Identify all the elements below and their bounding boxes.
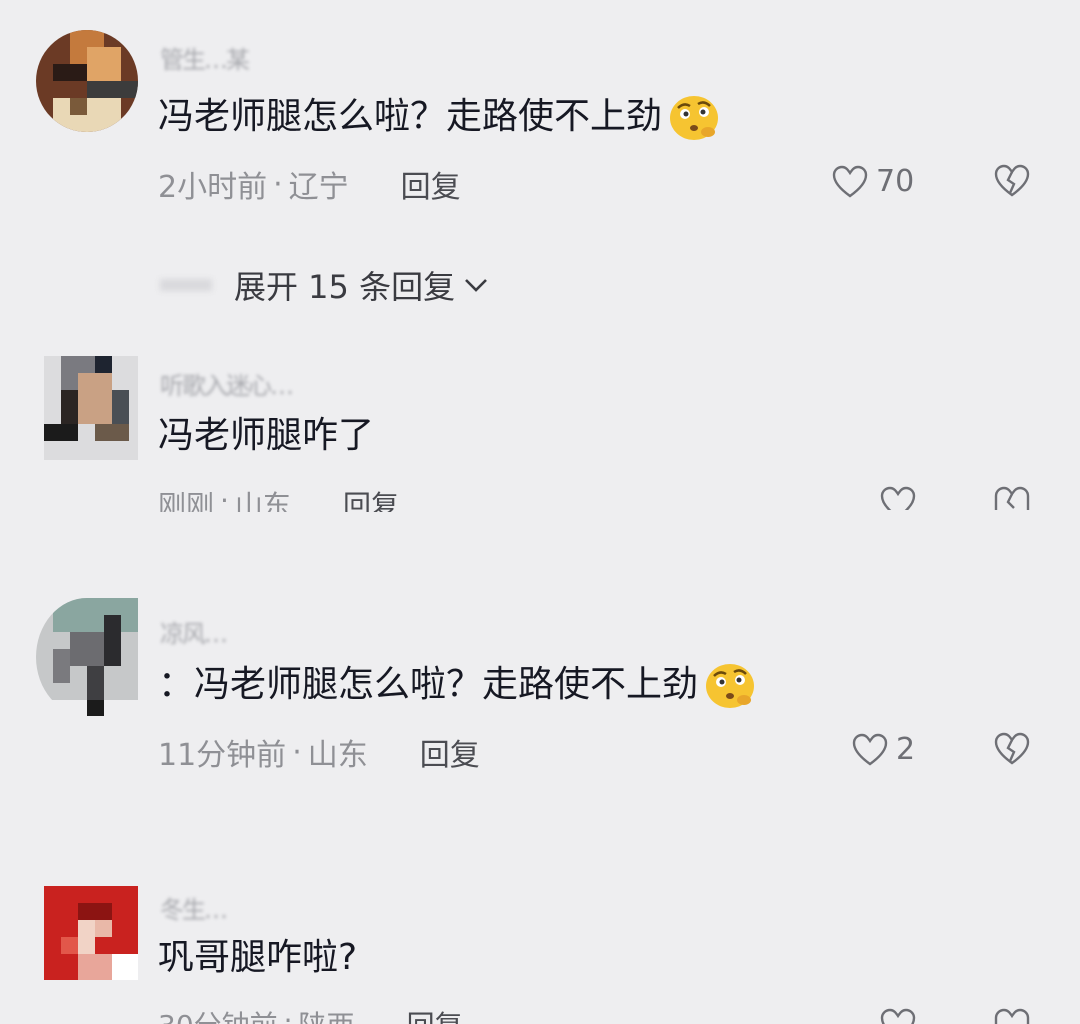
like-count: 2 xyxy=(896,732,916,767)
comment-body: ：冯老师腿怎么啦？走路使不上劲 xyxy=(158,664,699,705)
thinking-face-icon xyxy=(706,664,755,708)
comment-body: 冯老师腿咋了 xyxy=(158,415,375,456)
meta-separator: · xyxy=(292,734,302,770)
like-count: 70 xyxy=(876,164,915,199)
username[interactable]: 听歌入迷心… xyxy=(160,366,294,401)
location: 山东 xyxy=(234,489,291,512)
comment-text: ：冯老师腿怎么啦？走路使不上劲 xyxy=(158,660,758,710)
heart-icon xyxy=(880,1008,916,1024)
timestamp: 2小时前 xyxy=(158,170,268,205)
comment-body: 冯老师腿怎么啦？走路使不上劲 xyxy=(158,96,663,137)
location: 辽宁 xyxy=(288,170,349,205)
comment-meta: 11分钟前 · 山东 回复 xyxy=(158,730,480,774)
heart-icon xyxy=(880,486,916,510)
heart-icon xyxy=(832,165,868,197)
reply-button[interactable]: 回复 xyxy=(420,730,480,774)
meta-separator: · xyxy=(283,1004,293,1024)
expand-replies-label: 展开 15 条回复 xyxy=(234,268,456,306)
comment-text: 巩哥腿咋啦? xyxy=(158,936,357,980)
broken-heart-icon[interactable] xyxy=(994,1008,1030,1024)
username[interactable]: 冬生… xyxy=(160,890,228,925)
like-button[interactable] xyxy=(880,1008,916,1024)
avatar[interactable] xyxy=(36,598,138,716)
thinking-face-icon xyxy=(670,96,719,140)
chevron-down-icon xyxy=(465,279,487,292)
reply-button[interactable]: 回复 xyxy=(343,484,399,512)
avatar[interactable] xyxy=(44,356,138,460)
reply-button[interactable]: 回复 xyxy=(407,1004,463,1024)
like-button[interactable] xyxy=(880,486,916,510)
timestamp: 11分钟前 xyxy=(158,738,287,773)
expand-replies-button[interactable]: 展开 15 条回复 xyxy=(160,262,491,308)
comment-meta: 2小时前 · 辽宁 回复 xyxy=(158,162,461,206)
reply-button[interactable]: 回复 xyxy=(401,162,461,206)
meta-separator: · xyxy=(220,484,229,512)
comment-body: 巩哥腿咋啦? xyxy=(158,937,358,978)
broken-heart-icon[interactable] xyxy=(994,732,1030,766)
broken-heart-icon[interactable] xyxy=(994,164,1030,198)
timestamp: 30分钟前 xyxy=(158,1004,278,1024)
broken-heart-icon[interactable] xyxy=(994,486,1030,510)
avatar[interactable] xyxy=(36,30,138,132)
timestamp: 刚刚 xyxy=(158,489,215,512)
like-button[interactable]: 70 xyxy=(832,164,914,199)
location: 陕西 xyxy=(299,1004,355,1024)
expand-divider xyxy=(160,279,212,291)
comment-text: 冯老师腿咋了 xyxy=(158,414,374,458)
avatar[interactable] xyxy=(44,886,138,980)
like-button[interactable]: 2 xyxy=(852,732,915,767)
username[interactable]: 凉风… xyxy=(160,614,228,649)
comment-text: 冯老师腿怎么啦？走路使不上劲 xyxy=(158,92,722,142)
heart-icon xyxy=(852,733,888,765)
meta-separator: · xyxy=(273,166,283,202)
location: 山东 xyxy=(307,738,368,773)
comment-meta: 刚刚 · 山东 回复 xyxy=(158,484,399,512)
username[interactable]: 管生…某 xyxy=(160,40,250,75)
comment-meta: 30分钟前 · 陕西 回复 xyxy=(158,1004,463,1024)
